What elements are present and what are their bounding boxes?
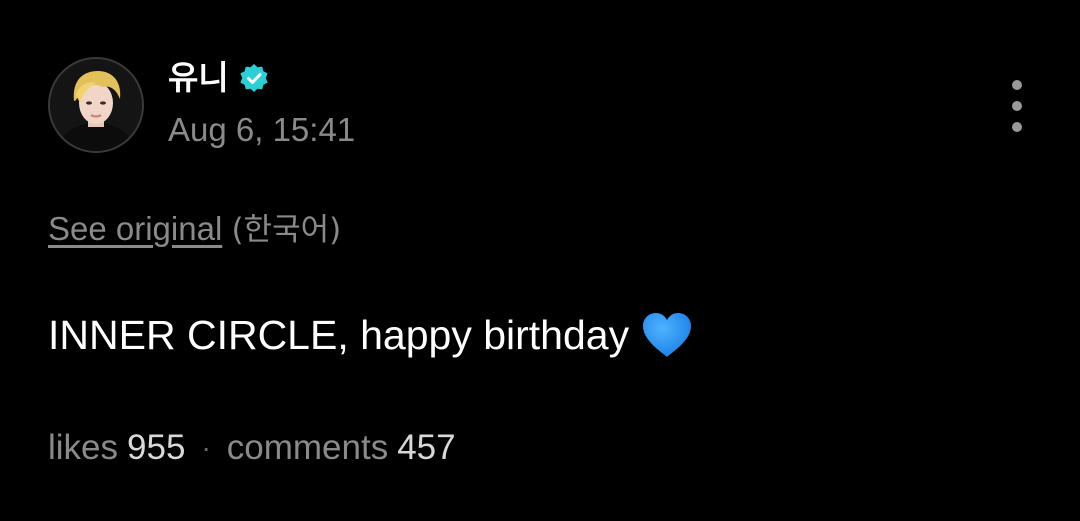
translation-info: See original (한국어): [48, 209, 341, 250]
post-stats: likes 955 · comments 457: [48, 427, 456, 469]
likes-label: likes: [48, 428, 119, 467]
more-dot-icon: [1012, 122, 1022, 132]
verified-badge-icon: [240, 64, 268, 92]
comments-label: comments: [226, 428, 389, 467]
stats-separator: ·: [201, 432, 211, 463]
more-options-button[interactable]: [1002, 80, 1032, 132]
post-body: INNER CIRCLE, happy birthday: [48, 310, 693, 360]
username[interactable]: 유니: [168, 58, 229, 98]
original-language-label: (한국어): [231, 212, 342, 248]
avatar-image: [50, 59, 142, 151]
avatar[interactable]: [48, 57, 144, 153]
see-original-link[interactable]: See original: [48, 210, 222, 247]
likes-count: 955: [127, 428, 186, 467]
comments-stat[interactable]: comments 457: [227, 427, 456, 469]
post-text: INNER CIRCLE, happy birthday: [48, 312, 630, 358]
likes-stat[interactable]: likes 955: [48, 427, 185, 469]
more-dot-icon: [1012, 101, 1022, 111]
comments-count: 457: [397, 428, 456, 467]
more-dot-icon: [1012, 80, 1022, 90]
post-timestamp: Aug 6, 15:41: [168, 111, 356, 148]
blue-heart-icon: [643, 313, 692, 357]
